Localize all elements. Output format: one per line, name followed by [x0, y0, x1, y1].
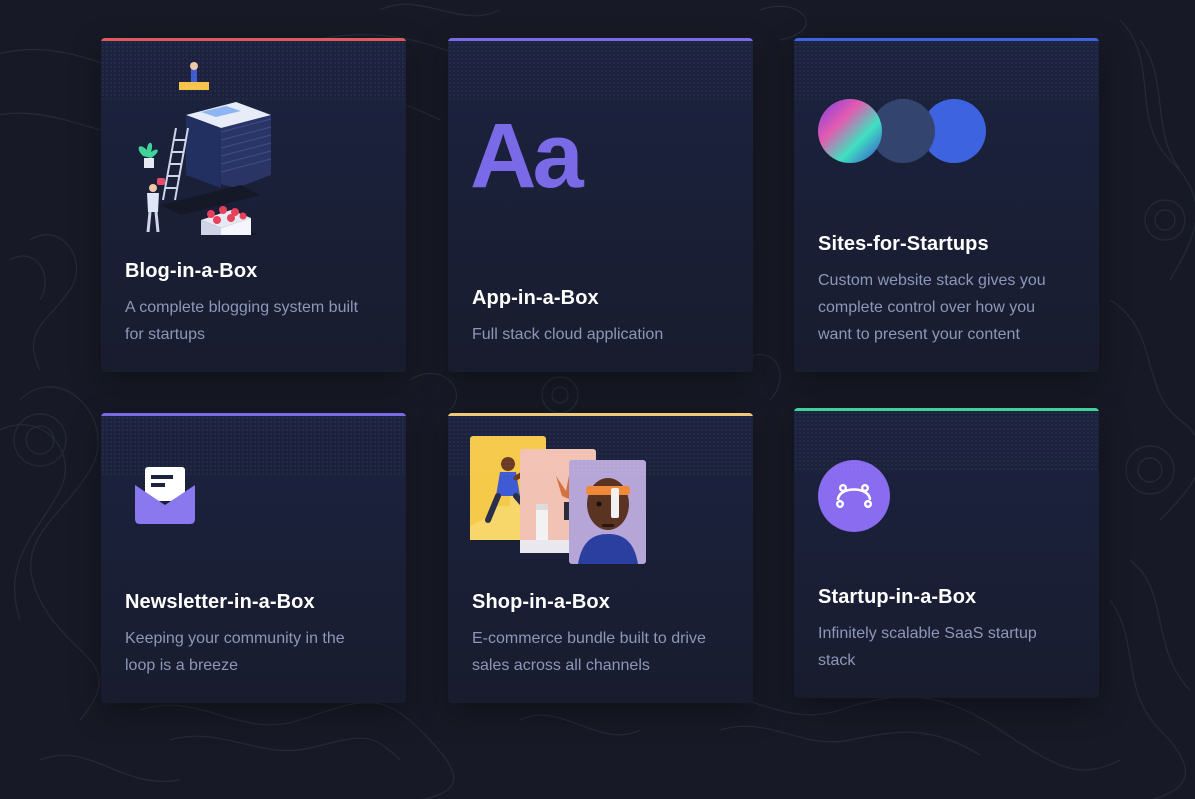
card-startup-in-a-box[interactable]: Startup-in-a-Box Infinitely scalable Saa… [794, 408, 1099, 698]
card-title: Shop-in-a-Box [472, 591, 610, 613]
card-description: Infinitely scalable SaaS startup stack [818, 625, 1037, 669]
card-description: A complete blogging system built for sta… [125, 299, 359, 343]
blog-illustration [138, 62, 272, 235]
card-blog-in-a-box[interactable]: Blog-in-a-Box A complete blogging system… [101, 38, 406, 372]
three-circles-icon [818, 99, 986, 163]
card-title: App-in-a-Box [472, 287, 599, 309]
card-title: Newsletter-in-a-Box [125, 591, 315, 613]
card-title: Sites-for-Startups [818, 233, 989, 255]
card-description: Keeping your community in the loop is a … [125, 630, 345, 674]
card-description: Custom website stack gives you complete … [818, 272, 1046, 343]
card-description: E-commerce bundle built to drive sales a… [472, 630, 706, 674]
card-title: Startup-in-a-Box [818, 586, 977, 608]
card-shop-in-a-box[interactable]: Shop-in-a-Box E-commerce bundle built to… [448, 413, 753, 703]
card-sites-for-startups[interactable]: Sites-for-Startups Custom website stack … [794, 38, 1099, 372]
page: Blog-in-a-Box A complete blogging system… [0, 0, 1195, 799]
card-app-in-a-box[interactable]: Aa App-in-a-Box Full stack cloud applica… [448, 38, 753, 372]
product-photos [470, 436, 646, 564]
card-newsletter-in-a-box[interactable]: Newsletter-in-a-Box Keeping your communi… [101, 413, 406, 703]
card-description: Full stack cloud application [472, 326, 664, 343]
envelope-icon [135, 467, 195, 524]
nodes-icon [818, 460, 890, 532]
card-title: Blog-in-a-Box [125, 260, 258, 282]
typography-aa-icon: Aa [470, 105, 584, 207]
